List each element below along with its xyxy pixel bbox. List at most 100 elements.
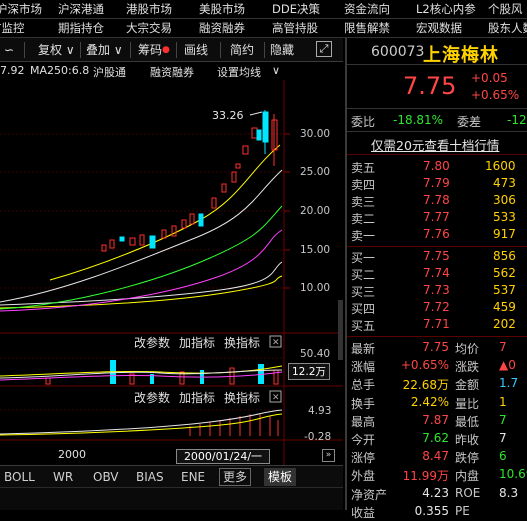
bid-label: 买二 bbox=[351, 268, 376, 282]
menu-margin[interactable]: 融资融券 bbox=[199, 19, 245, 38]
tab-ma-settings[interactable]: 设置均线 bbox=[217, 64, 261, 80]
stat-label: ROE bbox=[455, 485, 481, 500]
ma-line-magenta bbox=[0, 229, 283, 312]
price-change-pct: +0.65% bbox=[471, 88, 520, 102]
menu-dde[interactable]: DDE决策 bbox=[272, 0, 320, 19]
ask-price: 7.78 bbox=[423, 193, 450, 207]
expand-icon[interactable]: ⤢ bbox=[316, 41, 332, 57]
ask-row-5[interactable]: 卖五 7.80 1600 bbox=[351, 159, 527, 176]
tab-ene[interactable]: ENE bbox=[181, 468, 205, 486]
bid-row-1[interactable]: 买一 7.75 856 bbox=[351, 249, 527, 266]
stat-label: PE bbox=[455, 503, 470, 518]
menu-monitor[interactable]: 市监控 bbox=[0, 19, 25, 38]
menu-hushen-ganggu[interactable]: 沪深港通 bbox=[58, 0, 104, 19]
menu-stock-risk[interactable]: 个股风 bbox=[488, 0, 523, 19]
bid-row-4[interactable]: 买四 7.72 459 bbox=[351, 300, 527, 317]
close-glyph: ✕ bbox=[272, 338, 280, 348]
chevron-down-icon: ∨ bbox=[65, 43, 75, 57]
ask-row-1[interactable]: 卖一 7.76 917 bbox=[351, 227, 527, 244]
ask-volume: 306 bbox=[493, 193, 516, 207]
stat-value: 7.75 bbox=[422, 340, 449, 354]
toolbar-left-icon[interactable]: ∽ bbox=[4, 41, 14, 59]
bid-price: 7.73 bbox=[423, 283, 450, 297]
stat-label: 收益 bbox=[351, 505, 376, 520]
tab-hugutong[interactable]: 沪股通 bbox=[93, 64, 126, 80]
ind1-add-indicator[interactable]: 加指标 bbox=[179, 335, 215, 350]
bid-volume: 856 bbox=[493, 249, 516, 263]
fuquan-label: 复权 bbox=[38, 43, 63, 57]
bid-volume: 202 bbox=[493, 317, 516, 331]
macd-tick-bottom: -0.28 bbox=[304, 431, 332, 443]
vol-tick-top: 50.40 bbox=[300, 348, 331, 360]
chips-label: 筹码 bbox=[138, 43, 163, 57]
stat-value: 2.42% bbox=[410, 394, 449, 409]
ind1-switch-indicator[interactable]: 换指标 bbox=[224, 335, 260, 350]
vol-tick-current: 12.2万 bbox=[288, 363, 330, 380]
menu-hushen-market[interactable]: 沪深市场 bbox=[0, 0, 42, 19]
stat-row: 总手 22.68万 金额 1.7 bbox=[351, 376, 527, 393]
ind2-add-indicator[interactable]: 加指标 bbox=[179, 390, 215, 405]
stat-label: 涨幅 bbox=[351, 360, 376, 375]
tab-more[interactable]: 更多 bbox=[219, 468, 252, 486]
red-dot-icon: ● bbox=[162, 45, 170, 55]
top-menu: 沪深市场 沪深港通 港股市场 美股市场 DDE决策 资金流向 L2核心内参 个股… bbox=[0, 0, 527, 38]
menu-block-trade[interactable]: 大宗交易 bbox=[126, 19, 172, 38]
stat-value: 7 bbox=[499, 412, 507, 427]
chevron-down-icon: ∨ bbox=[272, 64, 281, 77]
peak-arrow bbox=[249, 111, 263, 116]
bid-label: 买四 bbox=[351, 302, 376, 316]
draw-line-button[interactable]: 画线 bbox=[184, 41, 208, 59]
stat-label: 最低 bbox=[455, 414, 480, 429]
stock-code: 600073 bbox=[371, 44, 425, 60]
tab-margin[interactable]: 融资融券 bbox=[150, 64, 194, 80]
stat-value: 22.68万 bbox=[402, 378, 449, 393]
overlay-button[interactable]: 叠加 ∨ bbox=[86, 41, 123, 59]
menu-fund-flow[interactable]: 资金流向 bbox=[344, 0, 390, 19]
ind1-change-param[interactable]: 改参数 bbox=[134, 335, 170, 350]
stat-row: 最新 7.75 均价 7 bbox=[351, 340, 527, 357]
menu-shareholders[interactable]: 股东人数 bbox=[488, 19, 527, 38]
bid-row-5[interactable]: 买五 7.71 202 bbox=[351, 317, 527, 334]
ind2-switch-indicator[interactable]: 换指标 bbox=[224, 390, 260, 405]
stat-row: 收益 0.355 PE bbox=[351, 504, 527, 521]
menu-l2[interactable]: L2核心内参 bbox=[416, 0, 476, 19]
bid-volume: 562 bbox=[493, 266, 516, 280]
bid-row-2[interactable]: 买二 7.74 562 bbox=[351, 266, 527, 283]
panel-splitter[interactable] bbox=[338, 300, 343, 360]
bid-label: 买一 bbox=[351, 251, 376, 265]
menu-futures[interactable]: 期指持仓 bbox=[58, 19, 104, 38]
simple-button[interactable]: 简约 bbox=[230, 41, 254, 59]
ask-row-4[interactable]: 卖四 7.79 473 bbox=[351, 176, 527, 193]
stat-value: 7 bbox=[499, 340, 507, 354]
y-tick-25: 25.00 bbox=[300, 166, 331, 178]
tab-bias[interactable]: BIAS bbox=[136, 468, 164, 486]
kline-chart[interactable]: 33.26 改参数 加指标 换指标 ✕ 改参数 加指标 换指标 ✕ 2000 bbox=[0, 80, 343, 468]
y-tick-30: 30.00 bbox=[300, 128, 331, 140]
ask-volume: 533 bbox=[493, 210, 516, 224]
stat-row: 外盘 11.99万内盘 10.69 bbox=[351, 467, 527, 484]
menu-hk-market[interactable]: 港股市场 bbox=[126, 0, 172, 19]
bid-label: 买三 bbox=[351, 285, 376, 299]
chips-button[interactable]: 筹码● bbox=[138, 41, 170, 59]
ind2-change-param[interactable]: 改参数 bbox=[134, 390, 170, 405]
double-arrow-icon[interactable]: » bbox=[322, 449, 335, 462]
y-tick-10: 10.00 bbox=[300, 282, 331, 294]
hide-button[interactable]: 隐藏 bbox=[270, 41, 294, 59]
ask-row-3[interactable]: 卖三 7.78 306 bbox=[351, 193, 527, 210]
tab-template[interactable]: 模板 bbox=[264, 468, 297, 486]
menu-executive[interactable]: 高管持股 bbox=[272, 19, 318, 38]
level10-promo-link[interactable]: 仅需20元查看十档行情 bbox=[371, 135, 499, 154]
bid-row-3[interactable]: 买三 7.73 537 bbox=[351, 283, 527, 300]
x-axis-label: 2000 bbox=[58, 448, 86, 461]
menu-us-market[interactable]: 美股市场 bbox=[199, 0, 245, 19]
ask-row-2[interactable]: 卖二 7.77 533 bbox=[351, 210, 527, 227]
stat-row: 涨幅 +0.65% 涨跌 ▲0 bbox=[351, 358, 527, 375]
fuquan-button[interactable]: 复权 ∨ bbox=[38, 41, 75, 59]
menu-unlock[interactable]: 限售解禁 bbox=[344, 19, 390, 38]
macd-tick-top: 4.93 bbox=[308, 405, 332, 417]
tab-wr[interactable]: WR bbox=[53, 468, 73, 486]
tab-obv[interactable]: OBV bbox=[93, 468, 119, 486]
tab-boll[interactable]: BOLL bbox=[4, 468, 35, 486]
menu-macro[interactable]: 宏观数据 bbox=[416, 19, 462, 38]
stat-label: 量比 bbox=[455, 396, 480, 411]
